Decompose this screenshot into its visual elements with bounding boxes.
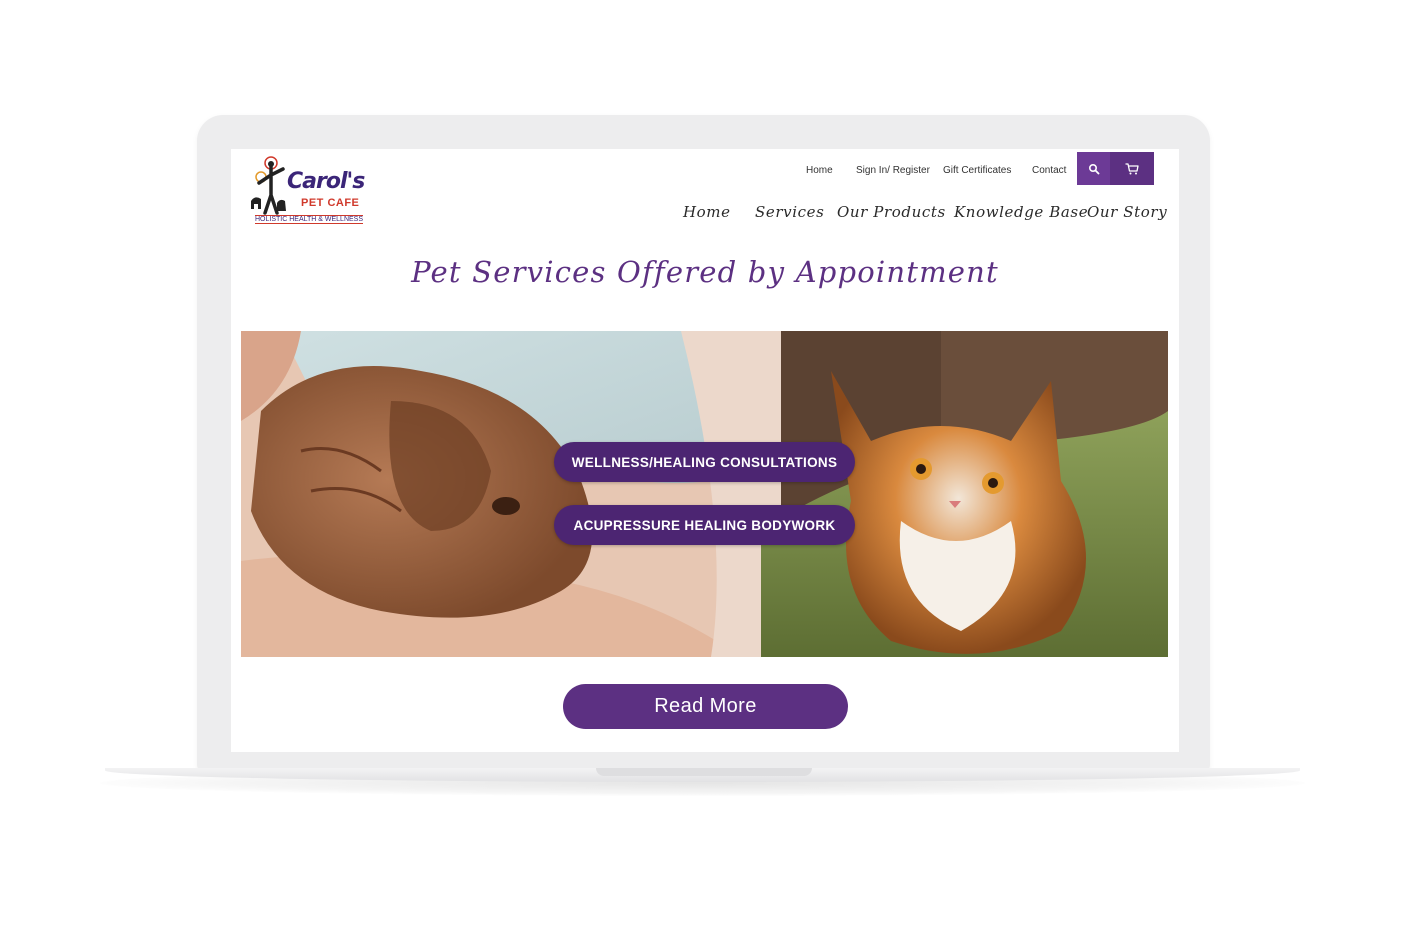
util-nav-home[interactable]: Home <box>806 165 833 176</box>
main-nav-services[interactable]: Services <box>755 203 824 221</box>
hero-image <box>241 331 1168 657</box>
read-more-button[interactable]: Read More <box>563 684 848 729</box>
search-button[interactable] <box>1077 152 1110 185</box>
util-nav-gift-certificates[interactable]: Gift Certificates <box>943 165 1011 176</box>
main-nav: Home Services Our Products Knowledge Bas… <box>231 203 1179 231</box>
laptop-notch <box>596 768 812 776</box>
cart-button[interactable] <box>1110 152 1154 185</box>
page-title: Pet Services Offered by Appointment <box>411 255 999 289</box>
search-icon <box>1088 163 1099 174</box>
website-screen: Carol's PET CAFE HOLISTIC HEALTH & WELLN… <box>231 149 1179 752</box>
logo-name: Carol's <box>287 169 365 194</box>
acupressure-bodywork-button[interactable]: ACUPRESSURE HEALING BODYWORK <box>554 505 855 545</box>
util-nav-sign-in[interactable]: Sign In/ Register <box>856 165 930 176</box>
hero-banner: WELLNESS/HEALING CONSULTATIONS ACUPRESSU… <box>241 331 1168 657</box>
cart-icon <box>1125 162 1139 174</box>
util-nav-contact[interactable]: Contact <box>1032 165 1066 176</box>
main-nav-our-products[interactable]: Our Products <box>837 203 946 221</box>
wellness-consultations-button[interactable]: WELLNESS/HEALING CONSULTATIONS <box>554 442 855 482</box>
main-nav-our-story[interactable]: Our Story <box>1087 203 1167 221</box>
main-nav-home[interactable]: Home <box>683 203 731 221</box>
main-nav-knowledge-base[interactable]: Knowledge Base <box>954 203 1088 221</box>
